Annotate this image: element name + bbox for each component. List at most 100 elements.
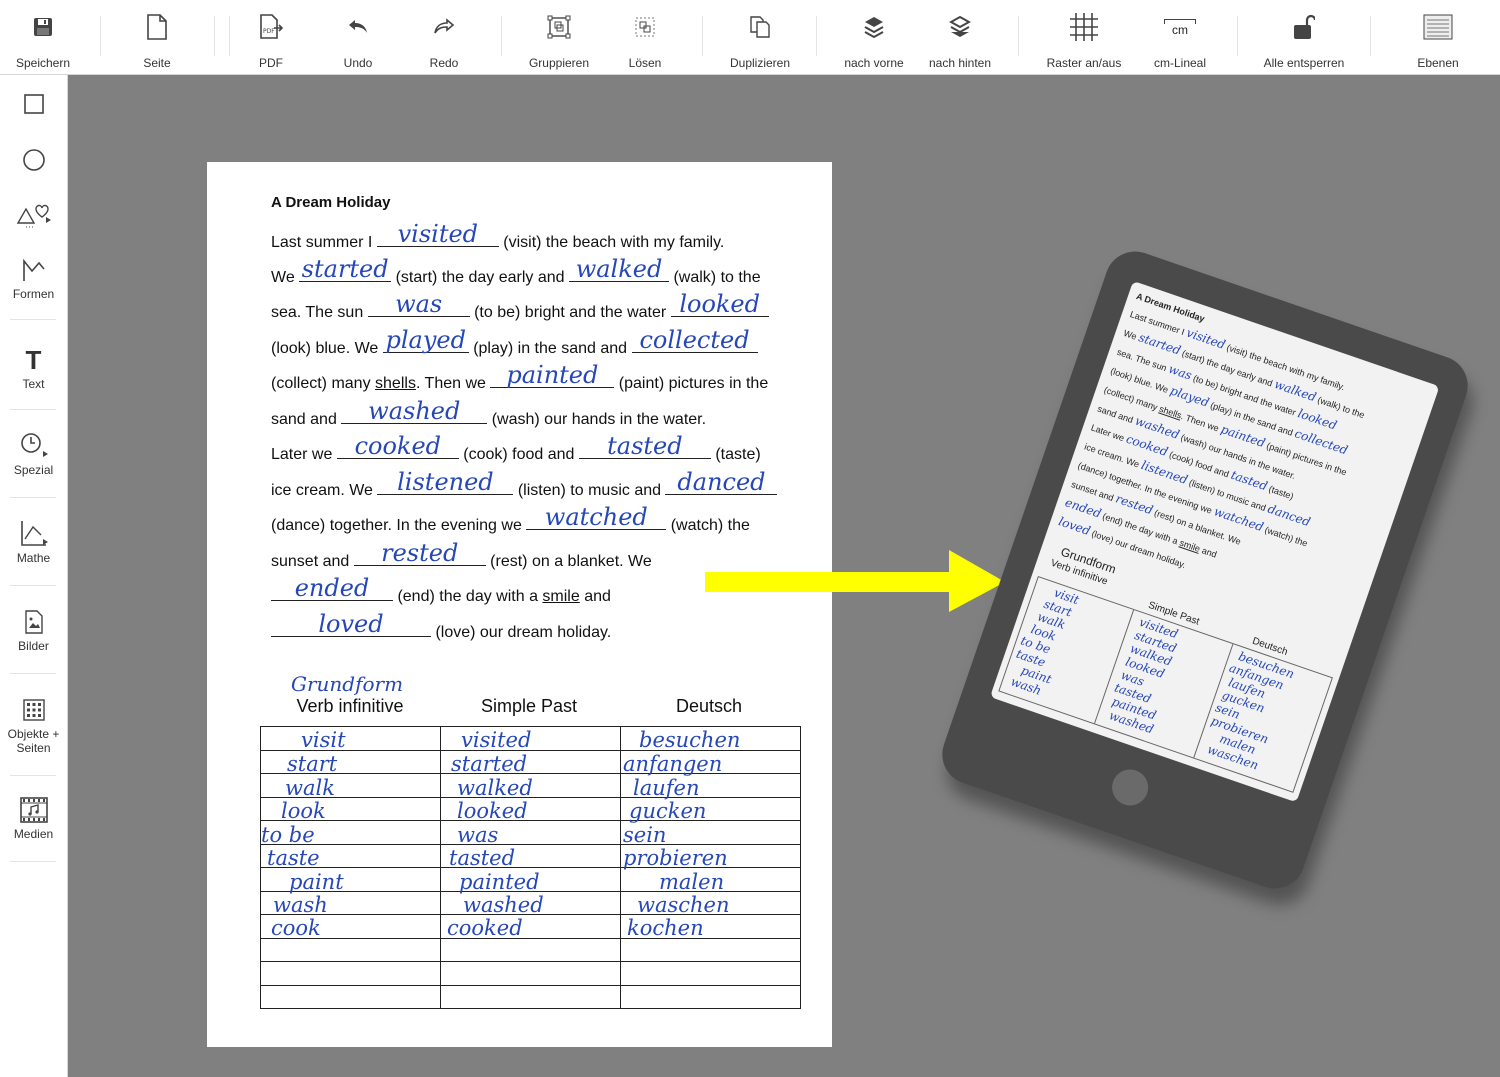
duplicate-button[interactable]: Duplizieren [718,0,802,74]
text-line-4: (look) blue. We played (play) in the san… [271,328,758,358]
page-icon [141,10,173,44]
clock-icon [16,429,52,463]
cm-ruler-button[interactable]: cm cm-Lineal [1140,0,1220,74]
table-cell: taste [267,846,320,870]
ungroup-label: Lösen [628,56,662,70]
math-label: Mathe [16,551,51,565]
undo-label: Undo [343,56,373,70]
table-cell: cooked [447,916,523,940]
tablet-image[interactable]: A Dream Holiday Last summer I visited (v… [934,243,1476,897]
layer-down-icon [944,10,976,44]
table-cell: visit [301,728,346,752]
circle-tool[interactable] [0,143,67,177]
layers-label: Ebenen [1417,56,1459,70]
handwritten-answer: cooked [354,432,442,460]
table-cell: painted [459,870,540,894]
left-sidebar: Formen T Text Spezial Mathe Bilder Objek… [0,75,68,1077]
text-line-8: ice cream. We listened (listen) to music… [271,470,778,500]
table-cell: started [451,752,528,776]
ungroup-icon [629,10,661,44]
media-label: Medien [13,827,54,841]
grid-toggle-button[interactable]: Raster an/aus [1039,0,1129,74]
handwritten-answer: rested [381,539,459,567]
page-label: Seite [143,56,171,70]
text-line-6: sand and washed (wash) our hands in the … [271,397,707,428]
table-cell: sein [623,823,667,847]
send-backward-button[interactable]: nach hinten [922,0,998,74]
shapes-tool[interactable]: Formen [0,253,67,301]
images-label: Bilder [18,639,49,653]
group-button[interactable]: Gruppieren [517,0,601,74]
ruler-icon: cm [1164,10,1196,44]
text-tool[interactable]: T Text [0,343,67,392]
handwritten-answer: walked [575,255,663,283]
redo-button[interactable]: Redo [407,0,481,74]
table-cell: look [281,799,326,823]
table-cell: looked [457,799,528,823]
undo-button[interactable]: Undo [321,0,395,74]
pdf-export-icon: PDF [255,10,287,44]
unlock-icon [1288,10,1320,44]
table-header-simple-past: Simple Past [480,696,578,716]
unlock-all-label: Alle entsperren [1263,56,1345,70]
handwritten-answer: was [395,290,443,318]
special-tool[interactable]: Spezial [0,429,67,477]
table-header-deutsch: Deutsch [675,696,743,716]
objects-pages-label: Objekte + Seiten [7,727,60,755]
layer-up-icon [858,10,890,44]
text-label: Text [22,377,45,391]
page-button[interactable]: Seite [120,0,194,74]
table-cell: walk [285,776,335,800]
save-label: Speichern [15,56,71,70]
math-axes-icon [16,517,52,551]
table-header-infinitive: Verb infinitive [296,696,404,716]
bring-forward-button[interactable]: nach vorne [836,0,912,74]
table-cell: cook [271,916,321,940]
rectangle-tool[interactable] [0,87,67,121]
text-icon: T [25,344,42,375]
grid-toggle-label: Raster an/aus [1046,56,1122,70]
yellow-arrow[interactable] [705,550,1015,619]
square-icon [16,87,52,121]
table-cell: probieren [623,846,728,870]
handwritten-answer: washed [368,397,461,425]
handwritten-answer: started [301,255,389,283]
text-line-9: (dance) together. In the evening we watc… [271,503,750,534]
floppy-disk-icon [27,10,59,44]
handwritten-answer: ended [294,574,370,602]
save-button[interactable]: Speichern [6,0,80,74]
images-tool[interactable]: Bilder [0,605,67,653]
text-line-11: ended (end) the day with a smile and [271,576,611,606]
layers-button[interactable]: Ebenen [1400,0,1476,74]
table-cell: anfangen [623,752,723,776]
shapes-menu-tool[interactable] [0,197,67,231]
top-toolbar: Speichern Seite PDF PDF Undo Redo Gruppi… [0,0,1500,75]
apps-grid-icon [16,693,52,727]
handwritten-grundform-label: Grundform [291,672,404,696]
unlock-all-button[interactable]: Alle entsperren [1254,0,1354,74]
polyline-icon [16,253,52,287]
duplicate-label: Duplizieren [729,56,791,70]
bring-forward-label: nach vorne [844,56,904,70]
table-cell: tasted [449,846,516,870]
worksheet-title: A Dream Holiday [271,194,391,211]
shapes-heart-icon [16,197,52,231]
ungroup-button[interactable]: Lösen [608,0,682,74]
media-tool[interactable]: Medien [0,793,67,841]
math-tool[interactable]: Mathe [0,517,67,565]
table-cell: waschen [637,893,730,917]
table-cell: malen [659,870,725,894]
text-line-12: loved (love) our dream holiday. [271,612,611,642]
group-icon [543,10,575,44]
handwritten-answer: listened [397,468,494,496]
table-cell: washed [463,893,544,917]
undo-icon [342,10,374,44]
table-cell: kochen [627,916,704,940]
duplicate-icon [744,10,776,44]
table-cell: gucken [629,799,707,823]
send-backward-label: nach hinten [928,56,992,70]
objects-pages-tool[interactable]: Objekte + Seiten [0,693,67,755]
text-line-10: sunset and rested (rest) on a blanket. W… [271,539,652,570]
table-cell: besuchen [639,728,741,752]
pdf-button[interactable]: PDF PDF [234,0,308,74]
